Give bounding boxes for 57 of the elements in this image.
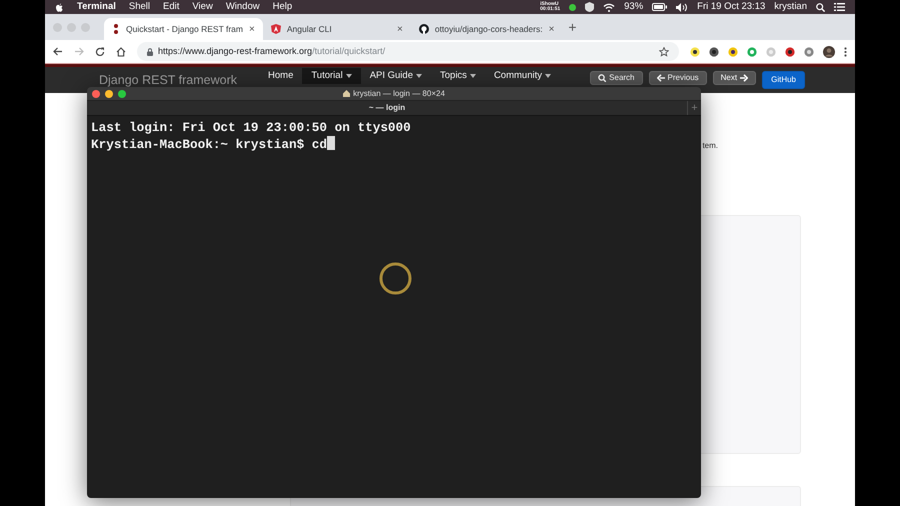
terminal-line: Krystian-MacBook:~ krystian$ cd — [91, 136, 697, 153]
text-cursor — [327, 136, 336, 150]
arrow-left-icon — [656, 74, 665, 82]
nav-link[interactable]: Topics — [431, 68, 485, 84]
nav-link[interactable]: API Guide — [360, 68, 431, 84]
loading-spinner-icon — [379, 262, 412, 295]
battery-percentage[interactable]: 93% — [624, 0, 644, 14]
user-name[interactable]: krystian — [774, 0, 807, 14]
avatar-icon[interactable] — [823, 46, 835, 58]
menu-icon[interactable] — [834, 3, 845, 11]
browser-tab[interactable]: Angular CLI × — [262, 18, 411, 40]
search-button[interactable]: Search — [590, 71, 643, 85]
volume-icon[interactable] — [676, 2, 688, 12]
nav-link[interactable]: Home — [259, 68, 302, 84]
next-button[interactable]: Next — [712, 71, 756, 85]
reload-icon[interactable] — [95, 46, 105, 56]
close-button[interactable]: × — [249, 22, 255, 36]
browser-tab[interactable]: Quickstart - Django REST fram × — [104, 18, 263, 40]
github-button[interactable]: GitHub — [762, 71, 805, 89]
menu-item[interactable]: View — [192, 0, 213, 14]
lock-icon — [147, 48, 153, 56]
close-button[interactable]: × — [548, 22, 554, 36]
browser-tab[interactable]: ottoyiu/django-cors-headers: × — [410, 18, 562, 40]
search-icon — [598, 74, 606, 82]
django-icon — [112, 24, 120, 34]
paragraph-text: tem. — [702, 140, 718, 152]
url-text: https://www.django-rest-framework.org/tutorial/quickstart/ — [158, 44, 386, 58]
new-tab-button[interactable]: + — [568, 16, 577, 38]
back-icon[interactable] — [53, 47, 63, 56]
shield-logo-icon — [270, 24, 281, 34]
menu-item[interactable]: Edit — [163, 0, 180, 14]
menu-clock[interactable]: Fri 19 Oct 23:13 — [697, 0, 766, 14]
status-dot-icon[interactable] — [569, 4, 576, 10]
menu-item[interactable]: Help — [272, 0, 292, 14]
address-bar[interactable]: https://www.django-rest-framework.org/tutorial/quickstart/ — [137, 42, 679, 61]
app-menu[interactable]: Terminal — [77, 0, 116, 14]
window-title: krystian — login — 80×24 — [353, 88, 445, 100]
star-icon[interactable] — [659, 46, 669, 56]
window-controls[interactable] — [92, 90, 126, 98]
menu-item[interactable]: Window — [226, 0, 260, 14]
previous-button[interactable]: Previous — [648, 71, 707, 85]
shield-icon[interactable] — [585, 2, 594, 12]
nav-link[interactable]: Community — [484, 68, 560, 84]
search-icon[interactable] — [816, 2, 825, 12]
menu-item[interactable]: Shell — [128, 0, 150, 14]
terminal-line: Last login: Fri Oct 19 23:00:50 on ttys000 — [91, 120, 412, 136]
arrow-right-icon — [740, 74, 748, 82]
more-icon[interactable] — [844, 46, 847, 56]
home-icon[interactable] — [116, 46, 126, 56]
wifi-icon[interactable] — [603, 2, 616, 12]
house-icon — [343, 90, 350, 97]
battery-icon[interactable] — [652, 3, 668, 11]
close-button[interactable]: × — [397, 22, 403, 36]
terminal-tab[interactable]: ~ — login — [87, 102, 687, 114]
site-brand[interactable]: Django REST framework — [99, 71, 238, 90]
apple-icon[interactable] — [55, 2, 64, 12]
nav-link[interactable]: Tutorial — [302, 68, 361, 84]
